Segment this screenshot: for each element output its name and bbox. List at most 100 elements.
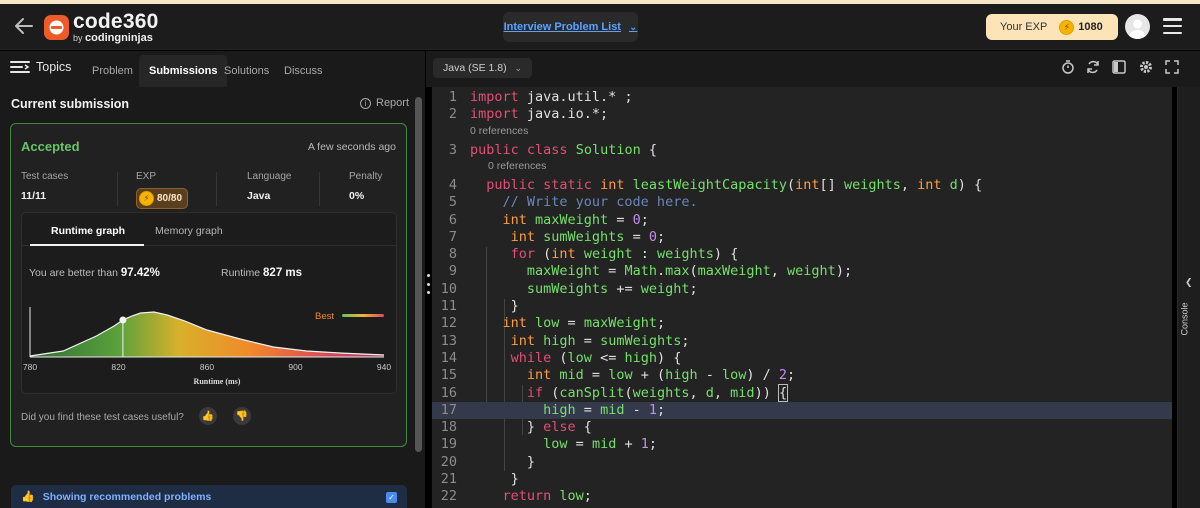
code-token: : — [640, 246, 657, 263]
code-token: = — [591, 367, 609, 384]
divider — [117, 172, 118, 206]
code-token: ; — [681, 332, 690, 349]
checkbox[interactable]: ✓ — [386, 492, 397, 503]
reference-count[interactable]: 0 references — [488, 159, 546, 173]
code-token: low — [470, 436, 576, 453]
code-line[interactable]: 15 int mid = low + (high - low) / 2; — [432, 367, 1172, 384]
fullscreen-icon[interactable] — [1165, 60, 1179, 74]
code-editor[interactable]: 0 references 0 references 1 import java.uti… — [432, 87, 1172, 508]
timer-icon[interactable] — [1061, 60, 1075, 74]
tab-memory-graph[interactable]: Memory graph — [155, 225, 223, 237]
code-line[interactable]: 17 high = mid - 1; — [432, 401, 1172, 419]
code-line[interactable]: 9 maxWeight = Math.max(maxWeight, weight… — [432, 263, 1172, 280]
settings-icon[interactable] — [1139, 60, 1153, 74]
code-token: sumWeights — [543, 228, 633, 245]
refresh-icon[interactable] — [1086, 60, 1100, 74]
line-number: 10 — [440, 280, 457, 297]
stat-value: 0% — [349, 190, 365, 202]
code-line[interactable]: 8 for (int weight : weights) { — [432, 246, 1172, 263]
report-button[interactable]: i Report — [360, 97, 409, 109]
runtime-graph-panel: Runtime graph Memory graph You are bette… — [21, 212, 397, 394]
language-select[interactable]: Java (SE 1.8) ⌄ — [433, 58, 532, 78]
code-token: low — [608, 367, 641, 384]
code-token: . — [656, 263, 666, 280]
line-number: 21 — [440, 471, 457, 487]
topics-button[interactable]: Topics — [10, 60, 71, 74]
reference-count[interactable]: 0 references — [470, 124, 528, 138]
code-token: 0 — [648, 228, 657, 245]
tab-solutions[interactable]: Solutions — [214, 55, 279, 87]
your-runtime-marker — [119, 316, 127, 324]
tab-problem[interactable]: Problem — [82, 55, 143, 87]
code-line[interactable]: 10 sumWeights += weight; — [432, 281, 1172, 298]
code-line[interactable]: 14 while (low <= high) { — [432, 350, 1172, 367]
tab-discuss[interactable]: Discuss — [274, 55, 333, 87]
stat-value: 80/80 — [157, 193, 183, 204]
hamburger-menu-icon[interactable] — [1163, 18, 1182, 34]
code-line[interactable]: 11 } — [432, 298, 1172, 315]
runtime-distribution-chart: 780 820 860 900 940 Runtime (ms) Best — [23, 307, 391, 386]
code-text: int maxWeight = 0; — [470, 212, 649, 229]
code-text: int mid = low + (high - low) / 2; — [470, 367, 795, 384]
code-token: sumWeights — [470, 280, 617, 297]
code-token: low — [567, 349, 601, 366]
code-text: } — [470, 298, 519, 315]
code-line[interactable]: 21 } — [432, 471, 1172, 488]
code-token: d — [705, 384, 714, 401]
legend-best-label: Best — [315, 311, 334, 322]
code-line[interactable]: 19 low = mid + 1; — [432, 436, 1172, 453]
submission-card: Accepted A few seconds ago Test cases 11… — [10, 123, 407, 447]
code-line[interactable]: 3 public class Solution { — [432, 142, 1172, 159]
code-line[interactable]: 20 } — [432, 454, 1172, 471]
code-token: ; — [656, 228, 666, 245]
line-number: 15 — [440, 367, 457, 384]
code-token: maxWeight — [470, 263, 609, 280]
recommended-problems-bar[interactable]: 👍 Showing recommended problems ✓ — [11, 485, 407, 508]
code-token: ; — [656, 315, 666, 332]
code-line[interactable]: 5 // Write your code here. — [432, 194, 1172, 211]
code-token: { — [777, 383, 789, 402]
code-token: = — [575, 436, 592, 453]
code-line[interactable]: 22 return low; — [432, 488, 1172, 505]
panel-resize-handle[interactable] — [427, 274, 430, 294]
console-panel-toggle[interactable]: ❮ Console — [1177, 87, 1200, 508]
feedback-question: Did you find these test cases useful? — [21, 412, 184, 423]
code-token: max — [665, 263, 690, 280]
line-number: 20 — [440, 453, 457, 470]
code-line[interactable]: 18 } else { — [432, 419, 1172, 436]
code-line[interactable]: 7 int sumWeights = 0; — [432, 229, 1172, 246]
code-line[interactable]: 2 import java.io.*; — [432, 106, 1172, 123]
exp-display[interactable]: Your EXP ⚡ 1080 — [986, 14, 1118, 40]
code-line[interactable]: 4 public static int leastWeightCapacity(… — [432, 177, 1172, 194]
code-token: return — [470, 488, 560, 505]
code-token: low — [722, 367, 747, 384]
code-token: { — [648, 141, 657, 158]
code-token: mid — [730, 384, 755, 401]
code-token: leastWeightCapacity — [632, 176, 788, 193]
topics-label: Topics — [36, 60, 72, 74]
stat-label: Language — [247, 171, 292, 182]
code-line[interactable]: 16 if (canSplit(weights, d, mid)) { — [432, 383, 1172, 402]
scrollbar-thumb[interactable] — [415, 97, 422, 452]
code-token: , — [770, 263, 788, 280]
code-token: } — [470, 453, 536, 470]
code-line[interactable]: 1 import java.util.* ; — [432, 89, 1172, 106]
code-line[interactable]: 6 int maxWeight = 0; — [432, 212, 1172, 229]
tab-runtime-graph[interactable]: Runtime graph — [51, 225, 125, 237]
layout-icon[interactable] — [1112, 60, 1126, 74]
active-tab-underline — [30, 244, 144, 246]
back-arrow-icon[interactable] — [12, 14, 36, 38]
thumbs-down-icon[interactable]: 👎 — [233, 407, 251, 425]
avatar[interactable] — [1125, 14, 1150, 39]
logo-subtitle: by codingninjas — [73, 31, 153, 44]
code-text: if (canSplit(weights, d, mid)) { — [470, 383, 789, 402]
code-line[interactable]: 13 int high = sumWeights; — [432, 333, 1172, 350]
line-number: 1 — [448, 89, 457, 105]
code360-logo[interactable]: code360 by codingninjas — [44, 11, 158, 43]
thumbs-up-icon[interactable]: 👍 — [199, 407, 217, 425]
stat-penalty: Penalty 0% — [349, 171, 382, 202]
interview-problem-list-dropdown[interactable]: Interview Problem List ⌄ — [503, 12, 638, 42]
code-line[interactable]: 12 int low = maxWeight; — [432, 315, 1172, 332]
code-token: [] — [819, 176, 844, 193]
runtime-value: 827 ms — [263, 267, 303, 279]
